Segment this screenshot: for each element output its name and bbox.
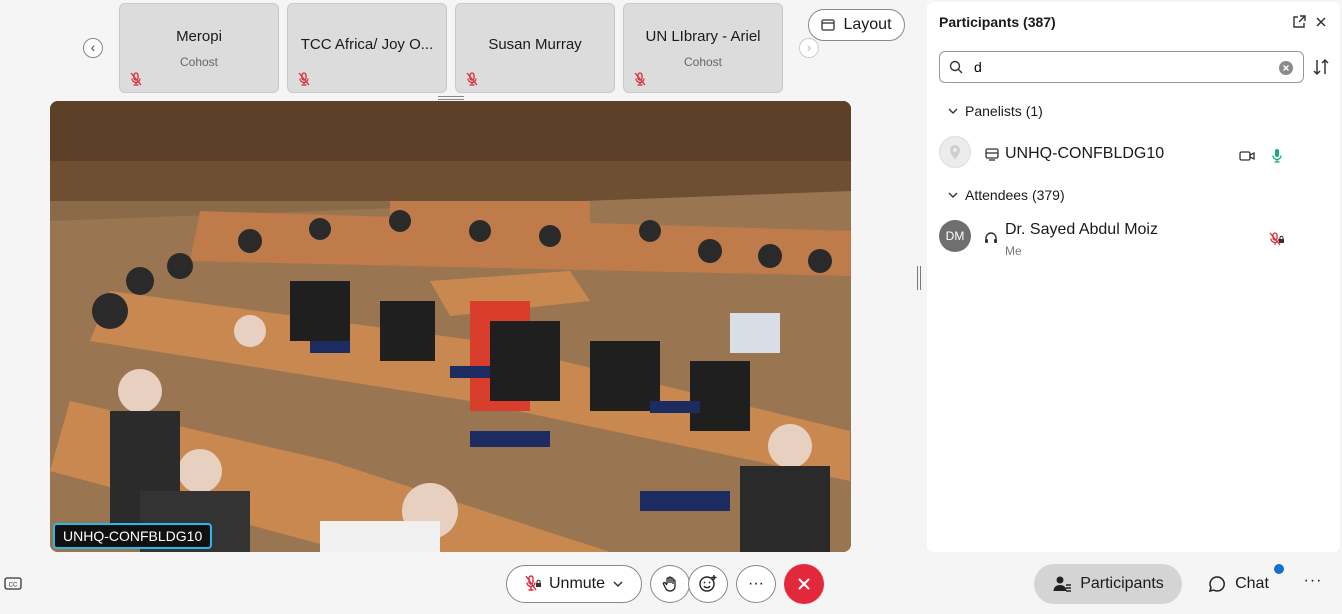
mic-muted-locked-icon	[525, 575, 541, 591]
participant-tile[interactable]: Susan Murray	[455, 3, 615, 93]
tile-role: Cohost	[683, 55, 723, 69]
participants-button-label: Participants	[1080, 575, 1164, 592]
svg-text:CC: CC	[9, 583, 18, 589]
participant-tile[interactable]: Meropi Cohost	[119, 3, 279, 93]
participant-self-label: Me	[1005, 244, 1022, 258]
participants-panel-title: Participants (387)	[939, 14, 1056, 30]
pop-out-icon[interactable]	[1291, 14, 1307, 30]
tile-name: UN LIbrary - Ariel	[645, 28, 761, 45]
clear-search-icon[interactable]	[1279, 61, 1293, 75]
layout-label: Layout	[843, 16, 892, 33]
participant-tile[interactable]: UN LIbrary - Ariel Cohost	[623, 3, 783, 93]
participants-panel: Participants (387) Panelists (1) UNHQ-CO…	[927, 2, 1340, 552]
leave-meeting-button[interactable]	[784, 564, 824, 604]
close-icon	[798, 578, 810, 590]
list-item[interactable]: DM Dr. Sayed Abdul Moiz Me	[939, 220, 1329, 258]
panel-splitter[interactable]	[917, 266, 921, 290]
avatar: DM	[939, 220, 971, 252]
participants-button[interactable]: Participants	[1034, 564, 1182, 604]
mic-muted-icon	[634, 72, 646, 86]
tile-name: TCC Africa/ Joy O...	[300, 36, 434, 53]
camera-icon	[1239, 151, 1255, 161]
tile-name: Meropi	[176, 28, 222, 45]
tile-name: Susan Murray	[488, 36, 582, 53]
chevron-down-icon	[613, 581, 623, 588]
mic-active-icon	[1272, 149, 1282, 163]
chat-button-label: Chat	[1235, 575, 1269, 592]
attendees-section-header[interactable]: Attendees (379)	[947, 187, 1065, 203]
chevron-down-icon	[948, 108, 958, 114]
raise-hand-button[interactable]	[650, 565, 690, 603]
conference-room-video-frame	[50, 101, 851, 552]
panelists-section-header[interactable]: Panelists (1)	[947, 103, 1043, 119]
chat-button[interactable]: Chat	[1198, 566, 1278, 602]
attendees-section-label: Attendees (379)	[965, 187, 1065, 203]
sort-icon[interactable]	[1312, 58, 1330, 76]
mic-muted-icon	[298, 72, 310, 86]
more-panels-button[interactable]: ···	[1300, 572, 1326, 594]
mic-muted-icon	[466, 72, 478, 86]
headset-icon	[985, 232, 997, 243]
prev-tiles-button[interactable]: ‹	[83, 38, 103, 58]
chat-notification-badge	[1274, 564, 1284, 574]
emoji-add-icon	[699, 575, 717, 592]
closed-captions-icon[interactable]: CC	[4, 577, 22, 591]
participant-name: UNHQ-CONFBLDG10	[1005, 145, 1165, 162]
active-speaker-label: UNHQ-CONFBLDG10	[53, 523, 213, 549]
mic-muted-icon	[130, 72, 142, 86]
layout-button[interactable]: Layout	[808, 9, 905, 41]
unmute-button[interactable]: Unmute	[506, 565, 642, 603]
mic-muted-locked-icon	[1269, 232, 1284, 246]
participant-name: Dr. Sayed Abdul Moiz	[1005, 221, 1158, 238]
more-options-label: ···	[748, 575, 764, 592]
raise-hand-icon	[662, 576, 676, 592]
tile-role: Cohost	[179, 55, 219, 69]
more-options-button[interactable]: ···	[736, 565, 776, 603]
close-icon[interactable]	[1313, 14, 1329, 30]
active-speaker-video[interactable]	[50, 101, 851, 552]
stage-resize-handle[interactable]	[438, 96, 464, 100]
panelists-section-label: Panelists (1)	[965, 103, 1043, 119]
participant-search-input[interactable]	[974, 57, 1274, 77]
search-icon	[949, 60, 963, 74]
participants-icon	[1053, 576, 1072, 592]
participant-tile[interactable]: TCC Africa/ Joy O...	[287, 3, 447, 93]
participant-search-field[interactable]	[939, 51, 1304, 83]
unmute-label: Unmute	[548, 575, 606, 592]
room-device-icon	[985, 148, 999, 161]
avatar	[939, 136, 971, 168]
location-pin-icon	[950, 145, 960, 159]
list-item[interactable]: UNHQ-CONFBLDG10	[939, 136, 1329, 172]
layout-icon	[821, 19, 836, 31]
reactions-button[interactable]	[688, 565, 728, 603]
next-tiles-button[interactable]: ›	[799, 38, 819, 58]
chevron-down-icon	[948, 192, 958, 198]
chat-icon	[1209, 576, 1226, 593]
